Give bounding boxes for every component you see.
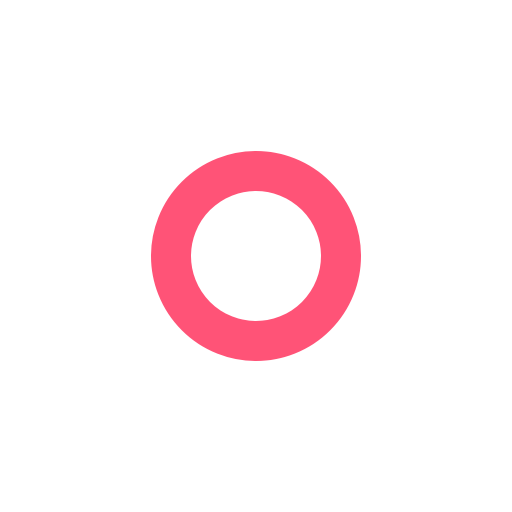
- ring-shape: [151, 151, 361, 361]
- app-icon-canvas: [0, 0, 512, 512]
- ring-icon: [151, 151, 361, 361]
